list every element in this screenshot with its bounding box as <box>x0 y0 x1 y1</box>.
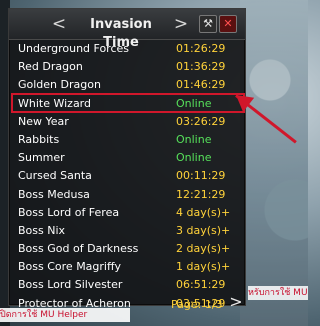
wrench-icon[interactable]: ⚒ <box>199 15 217 33</box>
invasion-name: Golden Dragon <box>18 78 101 92</box>
invasion-name: Red Dragon <box>18 60 83 74</box>
invasion-time: 01:46:29 <box>176 78 226 92</box>
invasion-time: 01:26:29 <box>176 42 226 55</box>
invasion-name: Boss Medusa <box>18 187 90 201</box>
invasion-status: Online <box>176 151 212 165</box>
invasion-name: Boss Nix <box>18 223 66 237</box>
chevron-left-icon[interactable]: < <box>51 15 67 33</box>
invasion-name: Underground Forces <box>18 42 130 55</box>
list-item: Boss Nix 3 day(s)+ <box>18 222 240 240</box>
invasion-name: Boss Core Magriffy <box>18 260 122 274</box>
list-item: Red Dragon 01:36:29 <box>18 58 240 76</box>
chevron-right-icon[interactable]: > <box>173 15 189 33</box>
invasion-time: 01:36:29 <box>176 60 226 74</box>
close-icon[interactable]: ✕ <box>219 15 237 33</box>
invasion-name: Summer <box>18 151 65 165</box>
list-item: Boss Medusa 12:21:29 <box>18 186 240 204</box>
list-item: Rabbits Online <box>18 131 240 149</box>
invasion-time: 06:51:29 <box>176 278 226 292</box>
invasion-time: 12:21:29 <box>176 187 226 201</box>
list-item: Summer Online <box>18 149 240 167</box>
invasion-name: Rabbits <box>18 132 60 146</box>
list-item: White Wizard Online <box>18 95 240 113</box>
invasion-time: 4 day(s)+ <box>176 205 231 219</box>
invasion-time: 3 day(s)+ <box>176 223 231 237</box>
invasion-name: Boss God of Darkness <box>18 242 139 256</box>
invasion-time: 1 day(s)+ <box>176 260 231 274</box>
invasion-status: Online <box>176 96 212 110</box>
list-item: Boss Core Magriffy 1 day(s)+ <box>18 258 240 276</box>
window-title: Invasion Time <box>90 17 152 50</box>
list-item: Boss God of Darkness 2 day(s)+ <box>18 240 240 258</box>
window-header: < Invasion Time > ⚒ ✕ <box>9 9 245 50</box>
invasion-name: White Wizard <box>18 96 91 110</box>
invasion-time: 00:11:29 <box>176 169 226 183</box>
invasion-time: 03:26:29 <box>176 114 226 128</box>
mu-helper-hint-bottom: ปิดการใช้ MU Helper <box>0 308 130 322</box>
list-item: Golden Dragon 01:46:29 <box>18 76 240 94</box>
background-terrain <box>240 0 308 326</box>
invasion-list: Underground Forces 01:26:29 Red Dragon 01:… <box>18 40 240 313</box>
invasion-name: Boss Lord of Ferea <box>18 205 120 219</box>
next-page-chevron-icon[interactable]: > <box>229 293 243 311</box>
invasion-name: Boss Lord Silvester <box>18 278 123 292</box>
mu-helper-hint-right: หรับการใช้ MU <box>248 286 308 300</box>
invasion-time-window: < Invasion Time > ⚒ ✕ Underground Forces… <box>8 8 246 311</box>
list-item: Cursed Santa 00:11:29 <box>18 167 240 185</box>
page-indicator: Page: 1/3 <box>171 298 223 311</box>
invasion-name: New Year <box>18 114 69 128</box>
invasion-time: 2 day(s)+ <box>176 242 231 256</box>
invasion-name: Cursed Santa <box>18 169 92 183</box>
list-item: Boss Lord of Ferea 4 day(s)+ <box>18 204 240 222</box>
list-item: New Year 03:26:29 <box>18 113 240 131</box>
list-item: Underground Forces 01:26:29 <box>18 40 240 58</box>
invasion-status: Online <box>176 132 212 146</box>
list-item: Boss Lord Silvester 06:51:29 <box>18 276 240 294</box>
